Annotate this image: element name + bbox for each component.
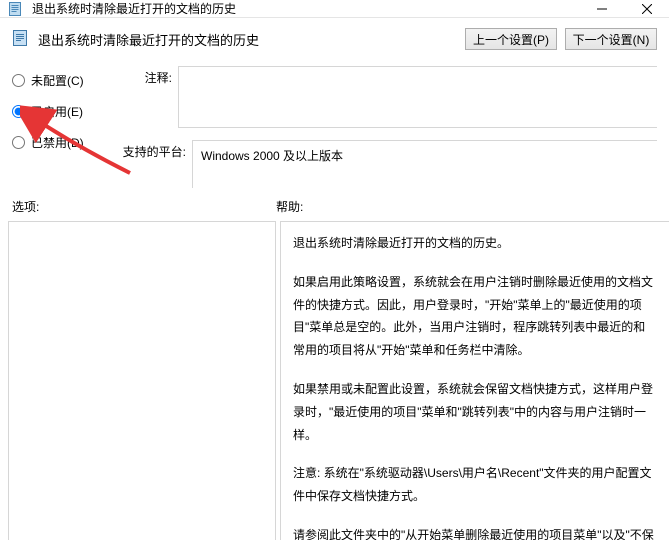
radio-not-configured[interactable] bbox=[12, 74, 25, 87]
state-radio-group: 未配置(C) 已启用(E) 已禁用(D) bbox=[12, 66, 118, 188]
radio-enabled-label: 已启用(E) bbox=[31, 103, 83, 120]
header-row: 退出系统时清除最近打开的文档的历史 上一个设置(P) 下一个设置(N) bbox=[0, 18, 669, 66]
prev-setting-button[interactable]: 上一个设置(P) bbox=[465, 28, 557, 50]
window-title: 退出系统时清除最近打开的文档的历史 bbox=[32, 0, 236, 17]
next-setting-button[interactable]: 下一个设置(N) bbox=[565, 28, 657, 50]
help-label: 帮助: bbox=[276, 198, 657, 215]
minimize-button[interactable] bbox=[579, 0, 624, 17]
options-pane bbox=[8, 221, 276, 540]
help-para: 请参阅此文件夹中的"从开始菜单删除最近使用的项目菜单"以及"不保留最近打开文档的… bbox=[293, 524, 657, 540]
document-icon bbox=[8, 1, 24, 17]
supported-on-label: 支持的平台: bbox=[118, 140, 192, 188]
policy-icon bbox=[12, 29, 30, 50]
comment-label: 注释: bbox=[118, 66, 178, 86]
help-para: 注意: 系统在"系统驱动器\Users\用户名\Recent"文件夹的用户配置文… bbox=[293, 462, 657, 508]
help-para: 如果禁用或未配置此设置，系统就会保留文档快捷方式，这样用户登录时，"最近使用的项… bbox=[293, 378, 657, 446]
help-pane[interactable]: 退出系统时清除最近打开的文档的历史。 如果启用此策略设置，系统就会在用户注销时删… bbox=[280, 221, 669, 540]
radio-enabled[interactable] bbox=[12, 105, 25, 118]
radio-disabled-label: 已禁用(D) bbox=[31, 134, 84, 151]
options-label: 选项: bbox=[12, 198, 276, 215]
help-para: 退出系统时清除最近打开的文档的历史。 bbox=[293, 232, 657, 255]
supported-on-value: Windows 2000 及以上版本 bbox=[192, 140, 657, 188]
close-button[interactable] bbox=[624, 0, 669, 17]
help-para: 如果启用此策略设置，系统就会在用户注销时删除最近使用的文档文件的快捷方式。因此，… bbox=[293, 271, 657, 362]
policy-title: 退出系统时清除最近打开的文档的历史 bbox=[38, 30, 259, 49]
radio-not-configured-label: 未配置(C) bbox=[31, 72, 84, 89]
comment-textarea[interactable] bbox=[178, 66, 657, 128]
radio-disabled[interactable] bbox=[12, 136, 25, 149]
window-titlebar: 退出系统时清除最近打开的文档的历史 bbox=[0, 0, 669, 18]
